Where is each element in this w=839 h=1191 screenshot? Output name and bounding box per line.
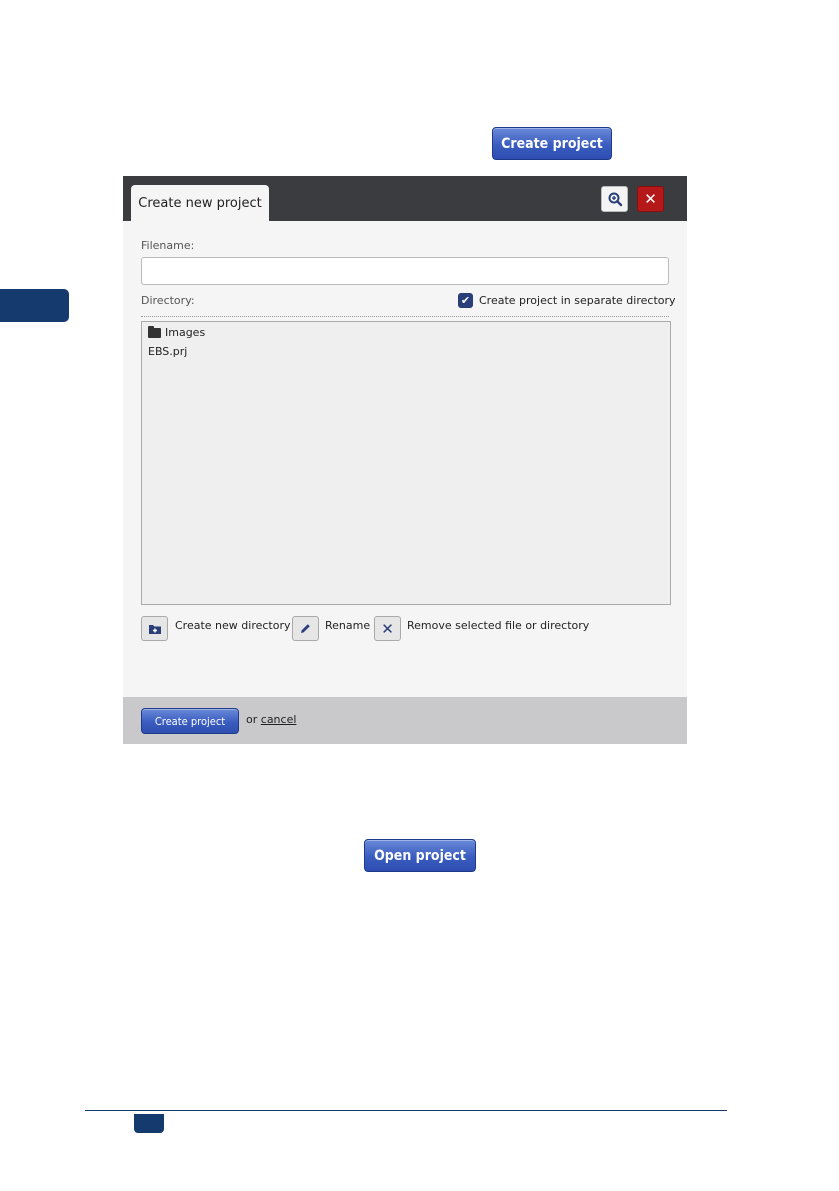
- dialog-tab-title: Create new project: [131, 185, 269, 221]
- new-folder-icon: [148, 625, 161, 634]
- zoom-button[interactable]: [601, 186, 628, 212]
- close-button[interactable]: ✕: [637, 186, 664, 212]
- file-list[interactable]: Images EBS.prj: [141, 321, 671, 605]
- close-icon: ✕: [644, 190, 657, 208]
- list-item-label: EBS.prj: [148, 345, 188, 358]
- dialog-footer: Create project or cancel: [123, 697, 687, 744]
- cancel-text: or cancel: [246, 713, 296, 726]
- footer-rule: [85, 1110, 727, 1111]
- side-chapter-tab: [0, 289, 69, 322]
- check-icon[interactable]: ✔: [458, 293, 473, 308]
- divider: [141, 316, 669, 317]
- page-badge: [134, 1114, 164, 1133]
- create-project-button-top[interactable]: Create project: [492, 127, 612, 160]
- remove-label: Remove selected file or directory: [407, 619, 590, 632]
- filename-input[interactable]: [141, 257, 669, 285]
- list-item-label: Images: [165, 326, 206, 339]
- open-project-button[interactable]: Open project: [364, 839, 476, 872]
- list-item-folder[interactable]: Images: [148, 325, 206, 339]
- create-project-dialog: Create new project ✕ Filename: Directory…: [123, 176, 687, 744]
- rename-label: Rename: [325, 619, 371, 632]
- create-project-button[interactable]: Create project: [141, 708, 239, 734]
- separate-directory-label: Create project in separate directory: [479, 294, 676, 307]
- filename-label: Filename:: [141, 239, 195, 252]
- pencil-icon: [301, 624, 310, 633]
- folder-icon: [148, 325, 161, 338]
- x-icon: ✕: [381, 619, 394, 638]
- separate-directory-option[interactable]: ✔ Create project in separate directory: [458, 293, 676, 308]
- create-directory-label: Create new directory: [175, 619, 291, 632]
- or-label: or: [246, 713, 258, 726]
- zoom-icon: [608, 192, 622, 207]
- remove-button[interactable]: ✕: [374, 616, 401, 641]
- dialog-header: Create new project ✕: [123, 176, 687, 221]
- cancel-link[interactable]: cancel: [261, 713, 297, 726]
- rename-button[interactable]: [292, 616, 319, 641]
- directory-label: Directory:: [141, 294, 195, 307]
- create-directory-button[interactable]: [141, 616, 168, 641]
- list-item-file[interactable]: EBS.prj: [148, 345, 187, 358]
